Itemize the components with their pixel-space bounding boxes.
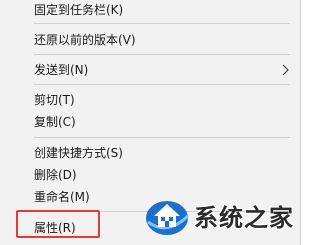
properties-highlight-box xyxy=(16,210,100,238)
watermark: 系统之家 xyxy=(140,190,302,242)
menu-separator xyxy=(34,23,290,24)
menu-separator xyxy=(34,84,290,85)
chevron-right-icon xyxy=(282,64,289,76)
menu-item-delete[interactable]: 删除(D) xyxy=(0,165,300,185)
menu-item-label: 固定到任务栏(K) xyxy=(34,3,124,17)
menu-item-label: 还原以前的版本(V) xyxy=(34,33,136,47)
house-logo-icon xyxy=(146,201,190,235)
menu-item-label: 剪切(T) xyxy=(34,93,75,107)
menu-item-label: 复制(C) xyxy=(34,115,76,129)
menu-item-create-shortcut[interactable]: 创建快捷方式(S) xyxy=(0,143,300,163)
menu-item-cut[interactable]: 剪切(T) xyxy=(0,90,300,110)
menu-item-copy[interactable]: 复制(C) xyxy=(0,112,300,132)
menu-item-label: 重命名(M) xyxy=(34,190,90,204)
menu-separator xyxy=(34,54,290,55)
menu-item-label: 发送到(N) xyxy=(34,63,89,77)
menu-item-label: 创建快捷方式(S) xyxy=(34,146,123,160)
menu-item-label: 删除(D) xyxy=(34,168,77,182)
menu-item-restore-previous-versions[interactable]: 还原以前的版本(V) xyxy=(0,30,300,50)
watermark-text: 系统之家 xyxy=(194,204,294,232)
menu-separator xyxy=(34,137,290,138)
menu-item-send-to[interactable]: 发送到(N) xyxy=(0,60,300,80)
menu-item-pin-to-taskbar[interactable]: 固定到任务栏(K) xyxy=(0,0,300,20)
